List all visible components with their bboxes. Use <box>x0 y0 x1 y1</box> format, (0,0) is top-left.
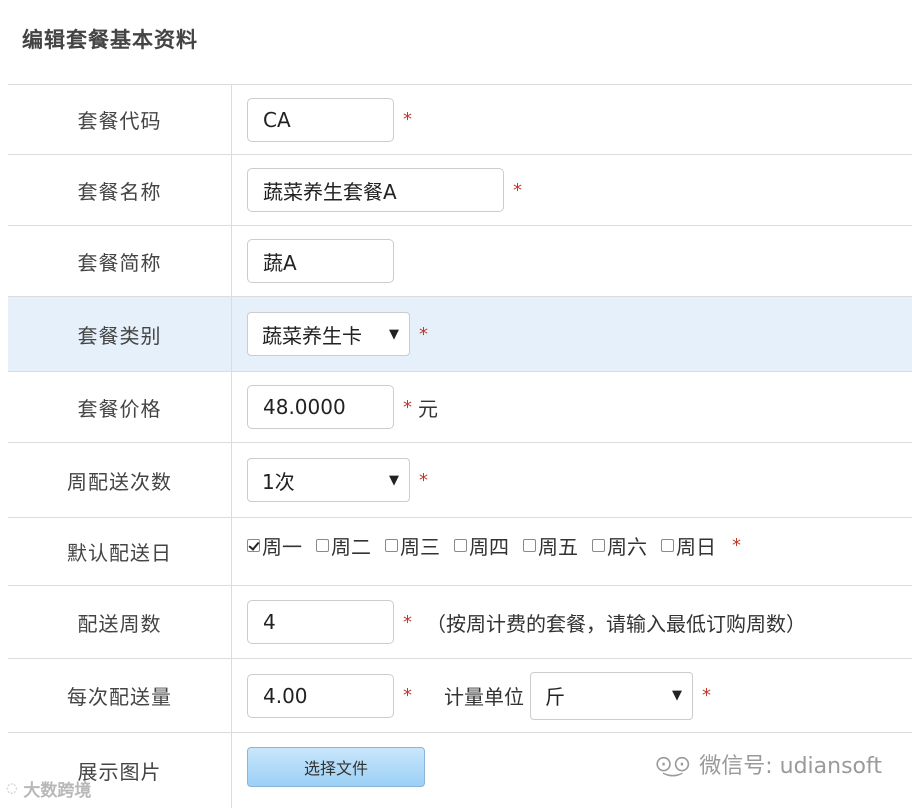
weekly-deliveries-select[interactable]: 1次 ▼ <box>247 458 410 502</box>
default-delivery-days-label: 默认配送日 <box>8 518 232 585</box>
package-short-name-input[interactable]: 蔬A <box>247 239 394 283</box>
price-unit-suffix: 元 <box>418 396 438 421</box>
measure-unit-selected: 斤 <box>545 685 565 709</box>
chevron-down-icon: ▼ <box>389 326 399 342</box>
required-mark: * <box>732 535 741 556</box>
required-mark: * <box>513 179 522 201</box>
package-category-label: 套餐类别 <box>8 297 232 371</box>
row-package-name: 套餐名称 蔬菜养生套餐A * <box>8 155 912 226</box>
day-option-sun[interactable]: 周日 <box>661 531 716 560</box>
package-name-input[interactable]: 蔬菜养生套餐A <box>247 168 504 212</box>
checkbox-icon[interactable] <box>523 539 536 552</box>
brand-watermark: ◌ 大数跨境 <box>6 776 91 801</box>
wechat-icon: ⊙͜⊙ <box>654 751 692 777</box>
package-code-input[interactable]: CA <box>247 97 394 142</box>
delivery-weeks-input[interactable]: 4 <box>247 600 394 644</box>
row-default-delivery-days: 默认配送日 周一 周二 周三 周四 周五 周六 周日 * <box>8 518 912 586</box>
choose-file-button[interactable]: 选择文件 <box>247 747 425 787</box>
checkbox-checked-icon[interactable] <box>247 539 260 552</box>
day-option-tue[interactable]: 周二 <box>316 531 371 560</box>
brand-logo-icon: ◌ <box>6 781 18 796</box>
required-mark: * <box>419 469 428 491</box>
row-package-category: 套餐类别 蔬菜养生卡 ▼ * <box>8 297 912 372</box>
required-mark: * <box>702 685 711 706</box>
weekly-deliveries-label: 周配送次数 <box>8 443 232 517</box>
delivery-weeks-note: （按周计费的套餐，请输入最低订购周数） <box>426 611 806 636</box>
required-mark: * <box>403 109 412 130</box>
delivery-day-checkboxes: 周一 周二 周三 周四 周五 周六 周日 * <box>247 531 741 560</box>
brand-watermark-text: 大数跨境 <box>23 781 92 801</box>
delivery-weeks-label: 配送周数 <box>8 586 232 658</box>
required-mark: * <box>419 323 428 345</box>
chevron-down-icon: ▼ <box>672 688 682 703</box>
day-option-wed[interactable]: 周三 <box>385 531 440 560</box>
required-mark: * <box>403 611 412 633</box>
package-category-selected: 蔬菜养生卡 <box>262 323 362 348</box>
day-option-fri[interactable]: 周五 <box>523 531 578 560</box>
checkbox-icon[interactable] <box>454 539 467 552</box>
measure-unit-label: 计量单位 <box>444 685 524 709</box>
edit-package-form: 套餐代码 CA * 套餐名称 蔬菜养生套餐A * 套餐简称 蔬A 套餐类别 蔬菜… <box>8 84 912 808</box>
quantity-per-delivery-input[interactable]: 4.00 <box>247 673 394 718</box>
package-code-label: 套餐代码 <box>8 85 232 154</box>
quantity-per-delivery-label: 每次配送量 <box>8 659 232 732</box>
row-weekly-deliveries: 周配送次数 1次 ▼ * <box>8 443 912 518</box>
checkbox-icon[interactable] <box>316 539 329 552</box>
measure-unit-select[interactable]: 斤 ▼ <box>530 671 693 720</box>
package-category-select[interactable]: 蔬菜养生卡 ▼ <box>247 312 410 356</box>
package-price-label: 套餐价格 <box>8 372 232 442</box>
page-title: 编辑套餐基本资料 <box>22 28 198 52</box>
checkbox-icon[interactable] <box>385 539 398 552</box>
row-package-price: 套餐价格 48.0000 * 元 <box>8 372 912 443</box>
wechat-watermark-text: 微信号: udiansoft <box>699 754 882 779</box>
required-mark: * <box>403 396 412 418</box>
checkbox-icon[interactable] <box>661 539 674 552</box>
chevron-down-icon: ▼ <box>389 472 399 488</box>
package-name-label: 套餐名称 <box>8 155 232 225</box>
row-quantity-per-delivery: 每次配送量 4.00 * 计量单位 斤 ▼ * <box>8 659 912 733</box>
row-package-code: 套餐代码 CA * <box>8 85 912 155</box>
day-option-sat[interactable]: 周六 <box>592 531 647 560</box>
required-mark: * <box>403 685 412 706</box>
checkbox-icon[interactable] <box>592 539 605 552</box>
row-delivery-weeks: 配送周数 4 * （按周计费的套餐，请输入最低订购周数） <box>8 586 912 659</box>
day-option-thu[interactable]: 周四 <box>454 531 509 560</box>
package-price-input[interactable]: 48.0000 <box>247 385 394 429</box>
weekly-deliveries-selected: 1次 <box>262 469 295 494</box>
day-option-mon[interactable]: 周一 <box>247 531 302 560</box>
package-short-name-label: 套餐简称 <box>8 226 232 296</box>
wechat-watermark: ⊙͜⊙ 微信号: udiansoft <box>654 748 882 780</box>
row-package-short-name: 套餐简称 蔬A <box>8 226 912 297</box>
